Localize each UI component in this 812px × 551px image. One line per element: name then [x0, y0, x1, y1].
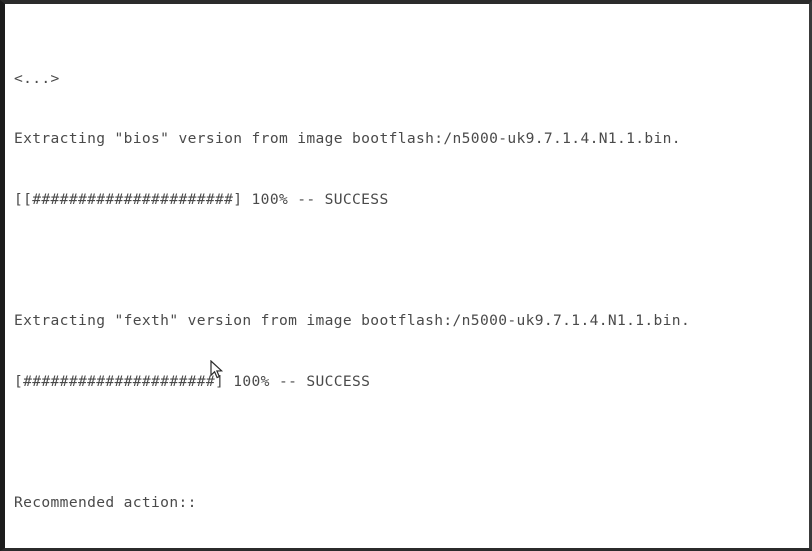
terminal-line-truncation-marker: <...> — [14, 69, 60, 87]
terminal-line-blank-2 — [14, 432, 809, 452]
terminal-line-extract-fexth: Extracting "fexth" version from image bo… — [14, 311, 691, 329]
terminal-line-progress-fexth: [#####################] 100% -- SUCCESS — [14, 372, 371, 390]
terminal-line-extract-bios: Extracting "bios" version from image boo… — [14, 130, 681, 148]
terminal-window[interactable]: <...> Extracting "bios" version from ima… — [0, 0, 812, 551]
terminal-output[interactable]: <...> Extracting "bios" version from ima… — [14, 8, 809, 548]
terminal-line-recommended-action-header: Recommended action:: — [14, 493, 197, 511]
terminal-line-blank-1 — [14, 250, 809, 270]
terminal-line-progress-bios: [[######################] 100% -- SUCCES… — [14, 190, 389, 208]
